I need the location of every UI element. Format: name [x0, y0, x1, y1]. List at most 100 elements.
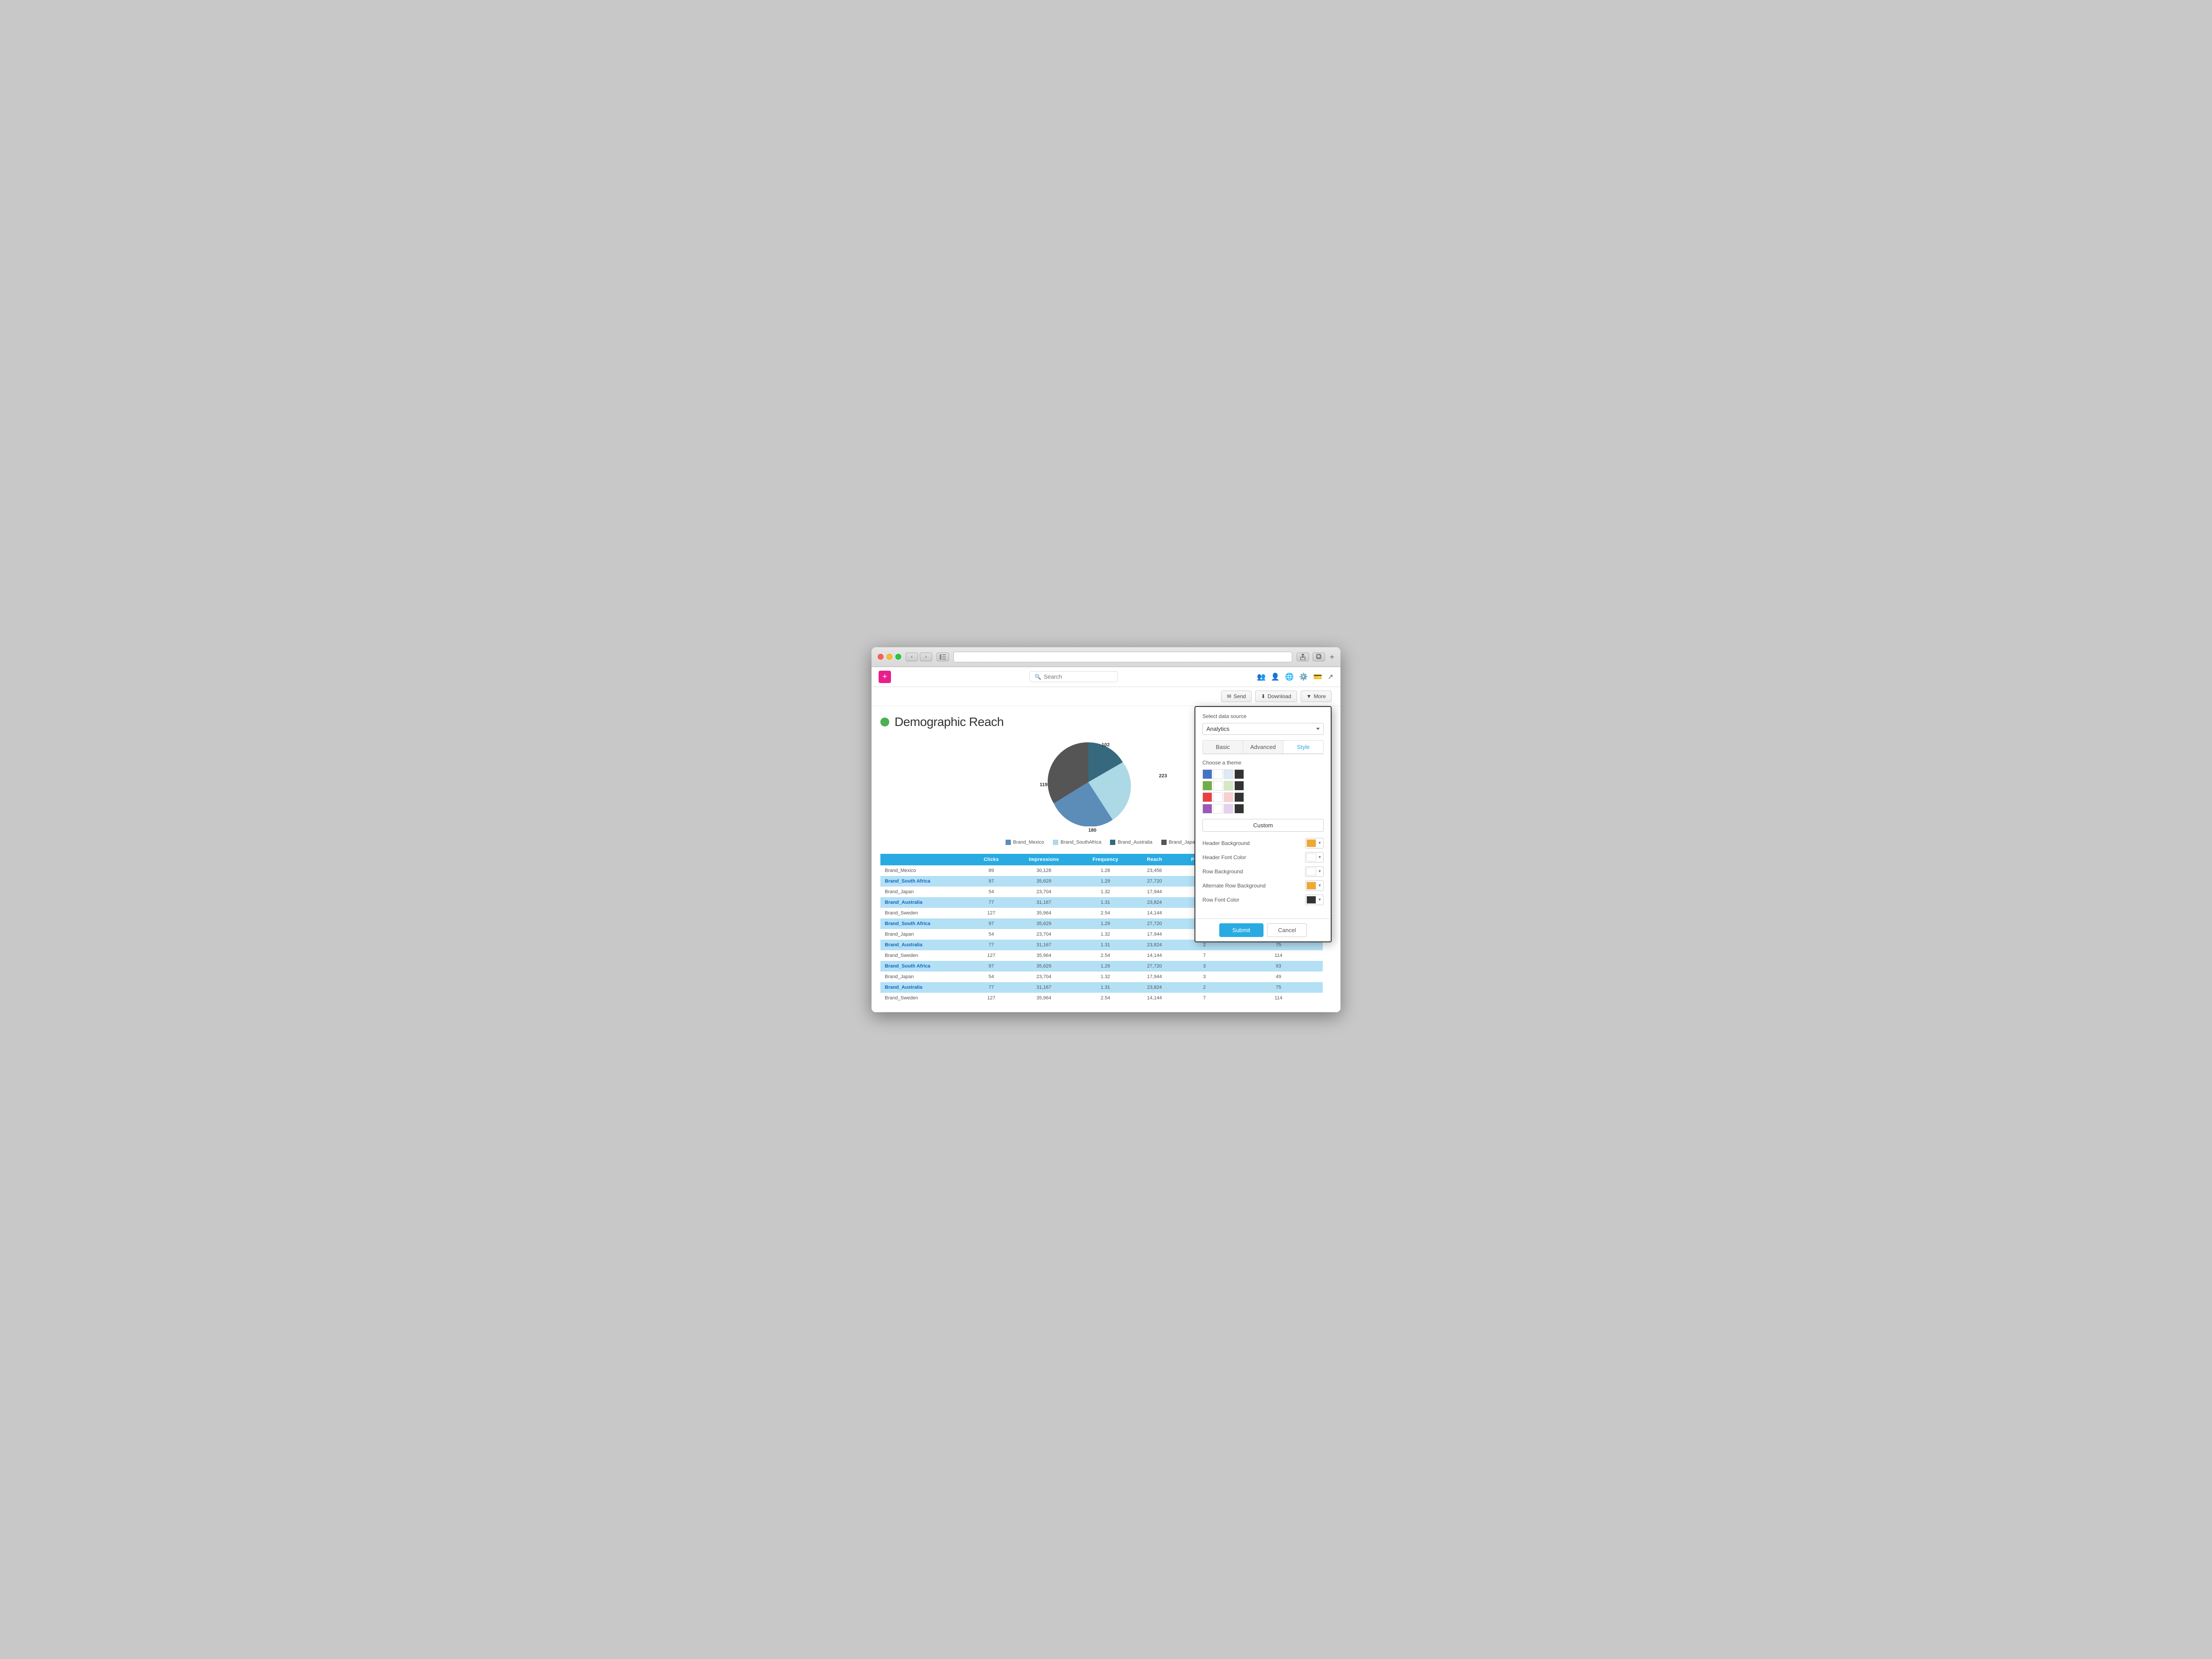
send-icon: ✉: [1227, 693, 1231, 699]
cell-name: Brand_Australia: [880, 982, 971, 993]
cell-pageengagement: 75: [1234, 982, 1323, 993]
theme-swatch-red-1: [1202, 792, 1212, 802]
duplicate-icon[interactable]: [1313, 653, 1325, 661]
alt-row-bg-picker[interactable]: ▼: [1305, 880, 1324, 891]
main-area: Demographic Reach: [872, 706, 1340, 1012]
maximize-button[interactable]: [895, 654, 901, 660]
theme-section-label: Choose a theme: [1202, 760, 1324, 766]
cell-name: Brand_Australia: [880, 897, 971, 908]
cell-clicks: 54: [971, 972, 1011, 982]
add-button[interactable]: +: [879, 671, 891, 683]
row-font-swatch: [1306, 896, 1316, 904]
cell-frequency: 1.31: [1076, 982, 1134, 993]
globe-icon[interactable]: 🌐: [1285, 672, 1294, 681]
download-button[interactable]: ⬇ Download: [1255, 691, 1297, 702]
user-icon[interactable]: 👤: [1271, 672, 1280, 681]
theme-swatch-green-1: [1202, 781, 1212, 791]
cell-impressions: 35,964: [1011, 908, 1076, 918]
tab-style[interactable]: Style: [1283, 740, 1324, 754]
cell-frequency: 1.29: [1076, 961, 1134, 972]
search-bar[interactable]: 🔍: [1029, 671, 1118, 682]
cell-name: Brand_Japan: [880, 929, 971, 940]
theme-swatch-green-2: [1213, 781, 1223, 791]
theme-swatch-blue-1: [1202, 769, 1212, 779]
traffic-lights: [878, 654, 901, 660]
theme-swatch-purple-3: [1224, 804, 1233, 814]
sidebar-toggle[interactable]: [937, 653, 949, 661]
color-row-header-font: Header Font Color ▼: [1202, 852, 1324, 863]
forward-button[interactable]: ›: [920, 653, 932, 661]
send-button[interactable]: ✉ Send: [1221, 691, 1252, 702]
action-bar: ✉ Send ⬇ Download ▼ More: [872, 687, 1340, 706]
theme-swatch-green-4: [1234, 781, 1244, 791]
cell-pagelikes: 3: [1175, 961, 1234, 972]
cell-reach: 14,144: [1134, 993, 1175, 1003]
cell-reach: 27,720: [1134, 876, 1175, 887]
legend-label-mexico: Brand_Mexico: [1013, 840, 1044, 845]
cell-frequency: 1.29: [1076, 918, 1134, 929]
cell-impressions: 31,167: [1011, 940, 1076, 950]
contacts-icon[interactable]: 👥: [1257, 672, 1266, 681]
header-font-picker[interactable]: ▼: [1305, 852, 1324, 863]
data-source-select[interactable]: Analytics: [1202, 723, 1324, 735]
tab-advanced[interactable]: Advanced: [1243, 740, 1283, 754]
theme-swatch-blue-3: [1224, 769, 1233, 779]
row-font-label: Row Font Color: [1202, 897, 1239, 903]
legend-item-japan: Brand_Japan: [1161, 840, 1198, 845]
col-header-reach: Reach: [1134, 854, 1175, 865]
cell-clicks: 97: [971, 876, 1011, 887]
share-icon[interactable]: [1297, 653, 1309, 661]
address-bar[interactable]: [953, 652, 1292, 662]
more-button[interactable]: ▼ More: [1301, 691, 1332, 702]
legend-label-japan: Brand_Japan: [1169, 840, 1198, 845]
theme-row-green[interactable]: [1202, 781, 1324, 791]
cell-impressions: 23,704: [1011, 972, 1076, 982]
cancel-button[interactable]: Cancel: [1267, 923, 1307, 937]
new-tab-button[interactable]: +: [1329, 653, 1334, 661]
cell-clicks: 97: [971, 961, 1011, 972]
tab-basic[interactable]: Basic: [1202, 740, 1243, 754]
custom-theme-button[interactable]: Custom: [1202, 819, 1324, 832]
legend-item-australia: Brand_Australia: [1110, 840, 1152, 845]
nav-buttons: ‹ ›: [906, 653, 932, 661]
minimize-button[interactable]: [887, 654, 892, 660]
cell-pagelikes: 3: [1175, 972, 1234, 982]
submit-button[interactable]: Submit: [1219, 923, 1263, 937]
browser-actions: [1297, 653, 1325, 661]
cell-impressions: 30,128: [1011, 865, 1076, 876]
table-row: Brand_Australia 77 31,167 1.31 23,824 2 …: [880, 982, 1323, 993]
legend-label-southafrica: Brand_SouthAfrica: [1060, 840, 1101, 845]
signout-icon[interactable]: ↗: [1328, 672, 1333, 681]
creditcard-icon[interactable]: 💳: [1313, 672, 1322, 681]
theme-row-purple[interactable]: [1202, 804, 1324, 814]
row-font-picker[interactable]: ▼: [1305, 895, 1324, 905]
theme-row-blue[interactable]: [1202, 769, 1324, 779]
status-dot: [880, 718, 889, 726]
theme-row-red[interactable]: [1202, 792, 1324, 802]
cell-reach: 27,720: [1134, 961, 1175, 972]
cell-name: Brand_Australia: [880, 940, 971, 950]
back-button[interactable]: ‹: [906, 653, 918, 661]
alt-row-bg-swatch: [1306, 882, 1316, 890]
color-row-row-bg: Row Background ▼: [1202, 866, 1324, 877]
table-row: Brand_Sweden 127 35,964 2.54 14,144 7 11…: [880, 950, 1323, 961]
row-bg-picker[interactable]: ▼: [1305, 866, 1324, 877]
cell-clicks: 97: [971, 918, 1011, 929]
modal-footer: Submit Cancel: [1195, 918, 1331, 941]
cell-frequency: 1.31: [1076, 897, 1134, 908]
pie-chart: [1044, 738, 1133, 826]
cell-name: Brand_Japan: [880, 887, 971, 897]
cell-pageengagement: 93: [1234, 961, 1323, 972]
search-input[interactable]: [1044, 673, 1113, 680]
theme-grid: [1202, 769, 1324, 814]
theme-swatch-purple-2: [1213, 804, 1223, 814]
close-button[interactable]: [878, 654, 883, 660]
settings-icon[interactable]: ⚙️: [1299, 672, 1308, 681]
cell-reach: 17,944: [1134, 972, 1175, 982]
pie-chart-container: 102 223 119 180: [1044, 738, 1159, 835]
cell-name: Brand_Sweden: [880, 993, 971, 1003]
modal-tabs: Basic Advanced Style: [1202, 740, 1324, 754]
cell-reach: 23,824: [1134, 982, 1175, 993]
legend-item-mexico: Brand_Mexico: [1006, 840, 1044, 845]
header-bg-picker[interactable]: ▼: [1305, 838, 1324, 849]
